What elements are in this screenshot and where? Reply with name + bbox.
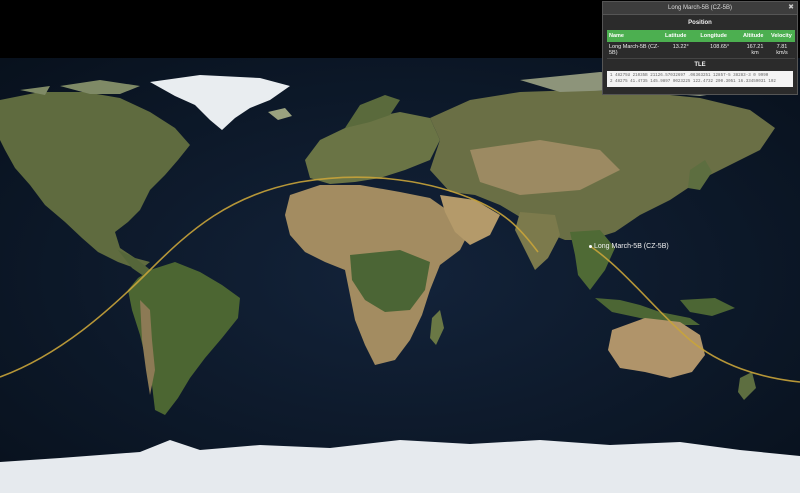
col-latitude: Latitude — [663, 30, 699, 42]
panel-title: Long March-5B (CZ-5B) — [667, 5, 733, 11]
satellite-label[interactable]: Long March-5B (CZ-5B) — [594, 243, 669, 250]
col-altitude: Altitude — [741, 30, 769, 42]
cell-altitude: 167.21 km — [741, 42, 769, 59]
close-icon[interactable]: ✖ — [788, 2, 794, 14]
tle-line-2: 2 48275 41.4735 145.9897 0023225 122.473… — [610, 80, 776, 84]
satellite-marker[interactable] — [589, 245, 592, 248]
col-velocity: Velocity — [769, 30, 795, 42]
col-longitude: Longitude — [698, 30, 741, 42]
col-name: Name — [607, 30, 663, 42]
tle-box[interactable]: 1 48275U 21035B 21126.57032697 .06363251… — [607, 71, 793, 87]
cell-name: Long March-5B (CZ-5B) — [607, 42, 663, 59]
cell-longitude: 108.65° — [698, 42, 741, 59]
table-header-row: Name Latitude Longitude Altitude Velocit… — [607, 30, 795, 42]
panel-header: Long March-5B (CZ-5B) ✖ — [603, 2, 797, 15]
tle-heading: TLE — [694, 62, 706, 68]
position-table: Name Latitude Longitude Altitude Velocit… — [607, 30, 795, 59]
position-heading: Position — [688, 20, 712, 26]
info-panel: Long March-5B (CZ-5B) ✖ Position Name La… — [602, 1, 798, 95]
cell-latitude: 13.22° — [663, 42, 699, 59]
table-row: Long March-5B (CZ-5B) 13.22° 108.65° 167… — [607, 42, 795, 59]
cell-velocity: 7.81 km/s — [769, 42, 795, 59]
